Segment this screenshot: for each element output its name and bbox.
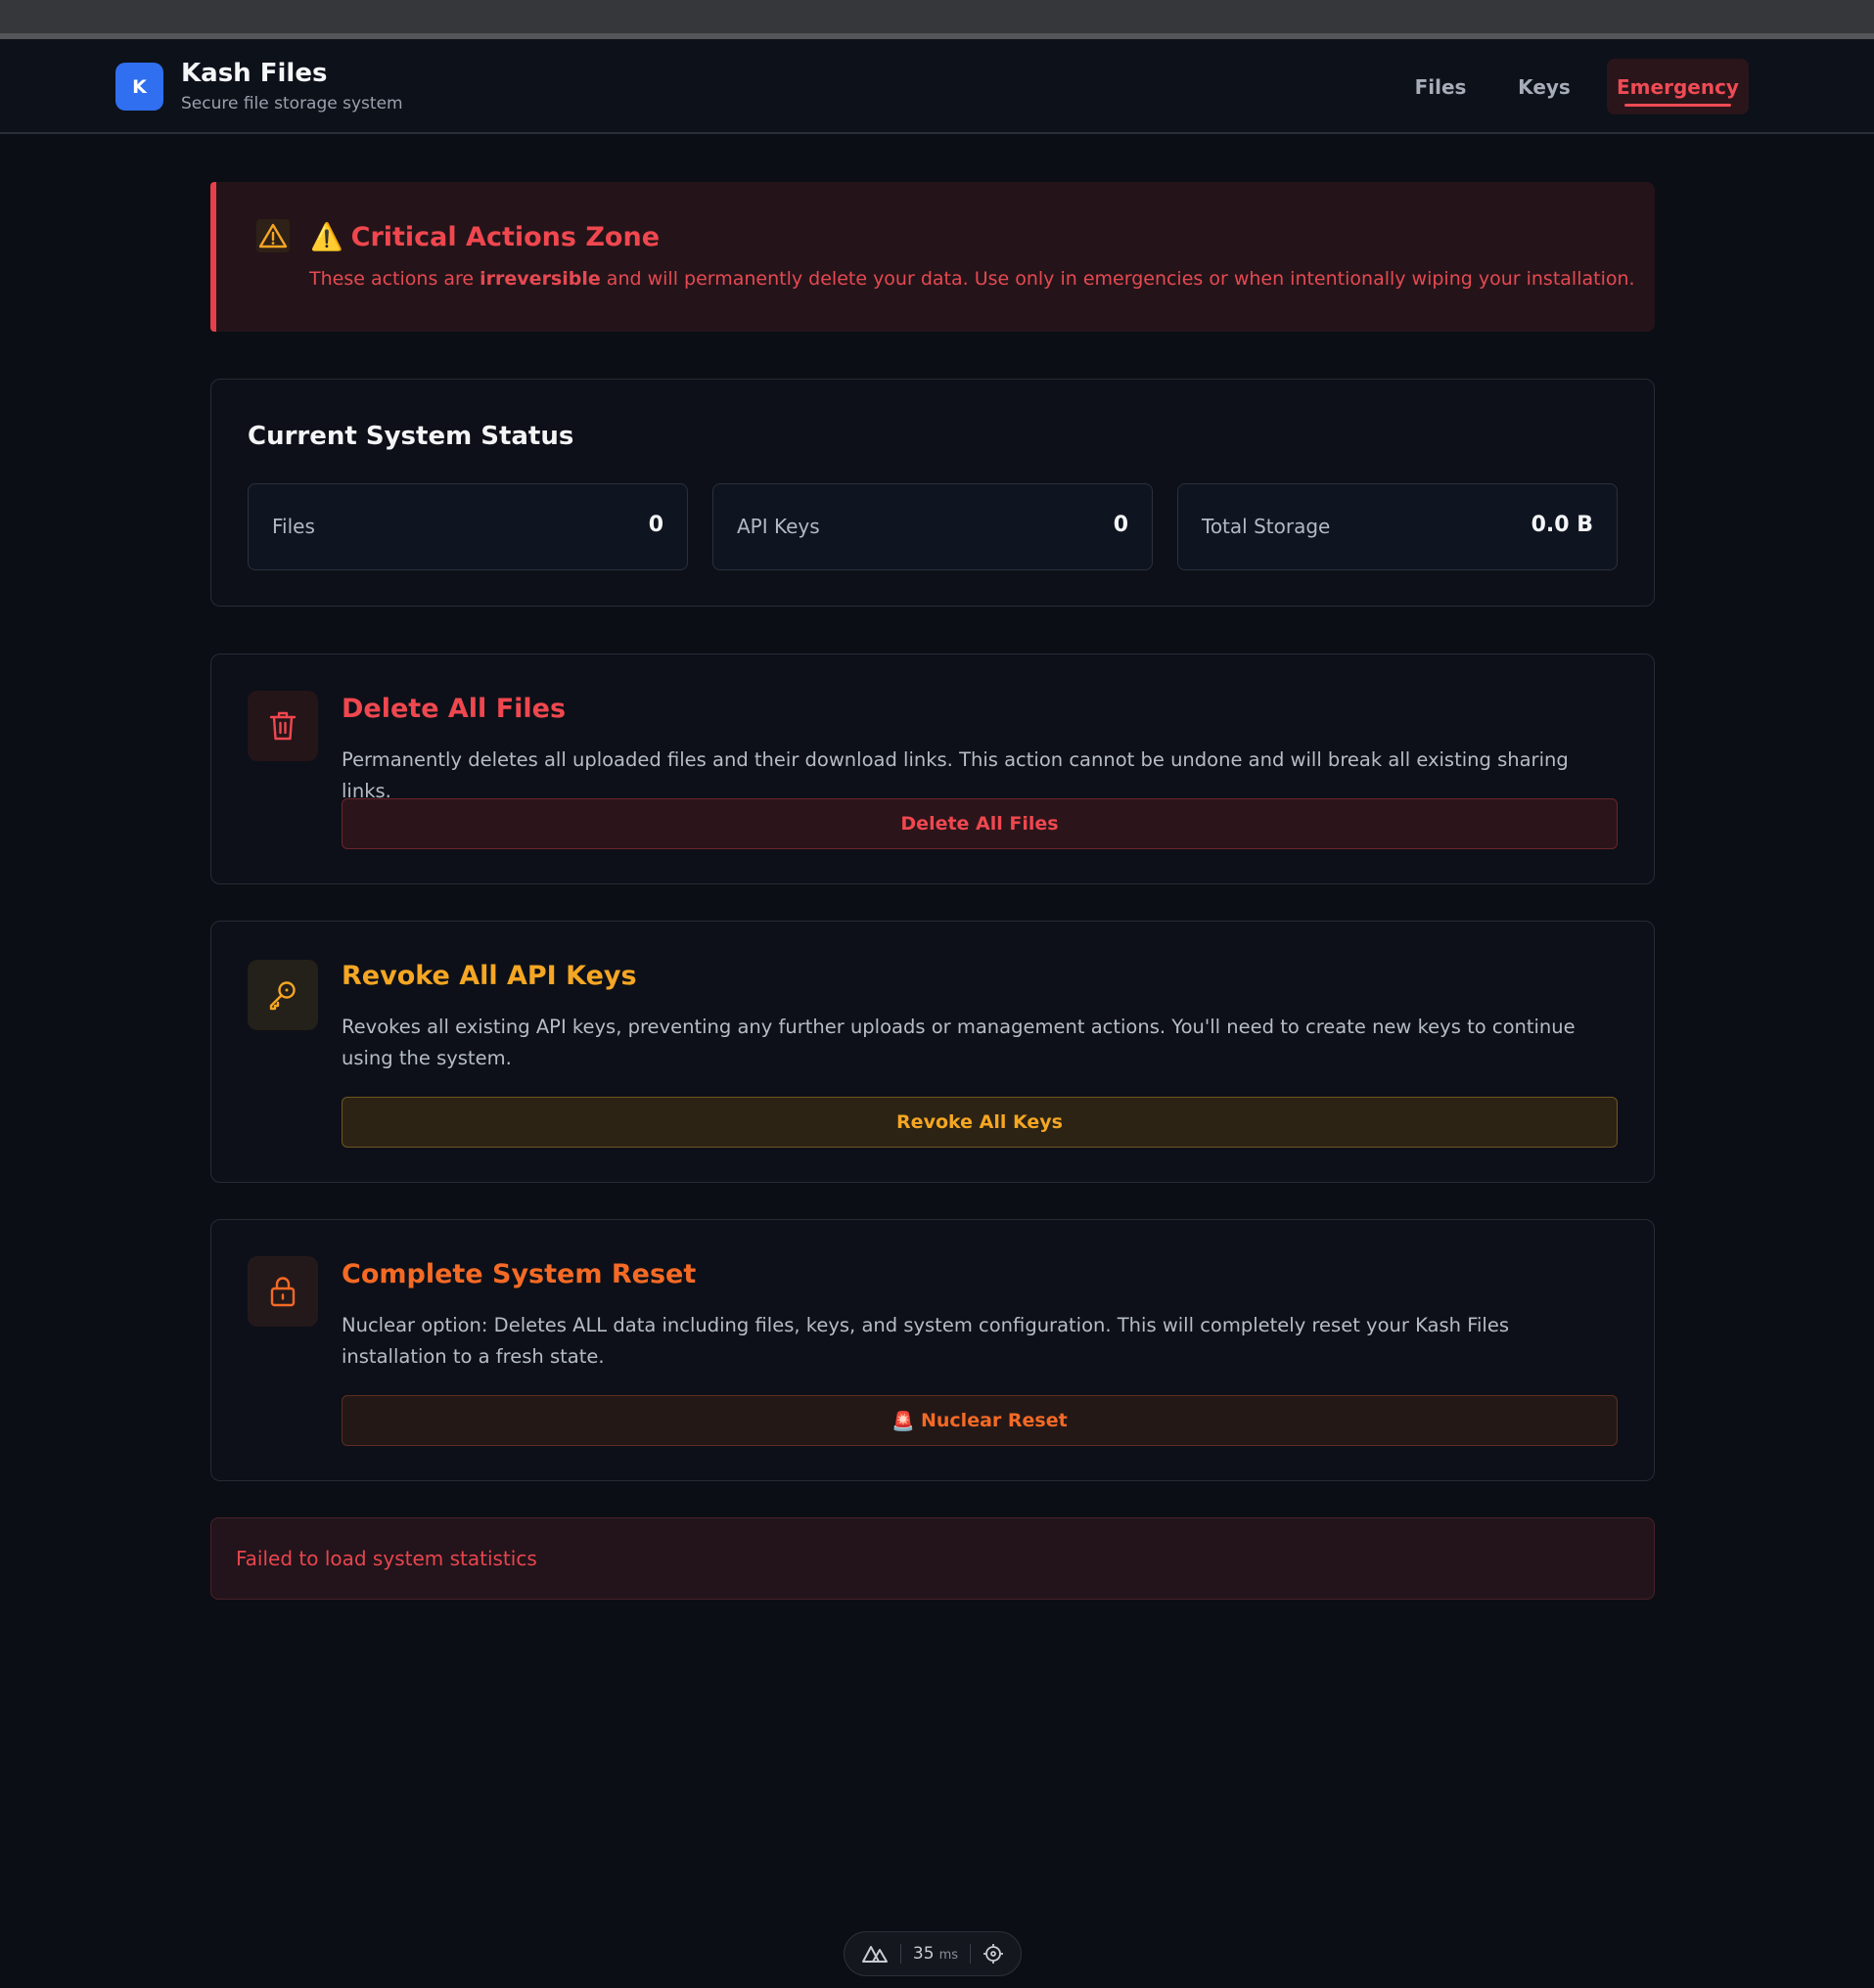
siren-icon: 🚨	[891, 1410, 915, 1432]
app-logo[interactable]: K	[115, 63, 163, 111]
alert-text-prefix: These actions are	[309, 268, 480, 290]
stat-label: Total Storage	[1202, 515, 1331, 538]
nav-emergency-label: Emergency	[1617, 74, 1739, 99]
system-reset-card: Complete System Reset Nuclear option: De…	[210, 1219, 1655, 1481]
browser-top-strip	[0, 0, 1874, 39]
stat-total-storage: Total Storage 0.0 B	[1177, 483, 1618, 570]
system-reset-title: Complete System Reset	[342, 1259, 697, 1289]
system-reset-description: Nuclear option: Deletes ALL data includi…	[342, 1314, 1509, 1368]
error-message-box: Failed to load system statistics	[210, 1517, 1655, 1600]
dev-perf-widget[interactable]: 35 ms	[844, 1931, 1022, 1976]
revoke-keys-title: Revoke All API Keys	[342, 961, 637, 991]
trash-icon	[248, 691, 318, 761]
key-icon	[248, 960, 318, 1030]
app-title: Kash Files	[181, 59, 328, 88]
delete-files-title: Delete All Files	[342, 694, 567, 724]
app-header: K Kash Files Secure file storage system …	[0, 39, 1874, 134]
perf-ms-value: 35	[912, 1944, 935, 1964]
warning-triangle-icon	[256, 219, 290, 252]
nuclear-reset-button[interactable]: 🚨 Nuclear Reset	[342, 1395, 1618, 1446]
active-tab-indicator	[1624, 104, 1731, 107]
crosshair-icon[interactable]	[983, 1943, 1004, 1965]
delete-all-files-button[interactable]: Delete All Files	[342, 798, 1618, 849]
alert-text-bold: irreversible	[480, 268, 601, 290]
stat-files: Files 0	[248, 483, 688, 570]
alert-text-suffix: and will permanently delete your data. U…	[600, 268, 1635, 290]
lock-icon	[248, 1256, 318, 1327]
stat-value: 0	[648, 513, 663, 537]
warning-emoji-icon: ⚠️	[310, 222, 343, 252]
perf-readout: 35 ms	[913, 1944, 958, 1964]
revoke-all-keys-button[interactable]: Revoke All Keys	[342, 1097, 1618, 1148]
stat-value: 0	[1113, 513, 1128, 537]
nav-emergency[interactable]: Emergency	[1607, 59, 1749, 114]
alert-title-text: Critical Actions Zone	[350, 221, 661, 252]
stat-api-keys: API Keys 0	[712, 483, 1153, 570]
status-title: Current System Status	[248, 422, 574, 451]
critical-actions-alert: ⚠️ Critical Actions Zone These actions a…	[210, 182, 1655, 332]
nav-keys[interactable]: Keys	[1505, 59, 1583, 114]
nuclear-reset-label: Nuclear Reset	[920, 1410, 1068, 1431]
alert-title: ⚠️ Critical Actions Zone	[310, 221, 661, 253]
system-status-card: Current System Status Files 0 API Keys 0…	[210, 379, 1655, 607]
stat-label: Files	[272, 515, 315, 538]
alert-description: These actions are irreversible and will …	[309, 268, 1635, 290]
delete-files-card: Delete All Files Permanently deletes all…	[210, 654, 1655, 884]
perf-ms-unit: ms	[938, 1948, 959, 1963]
framework-logo-icon	[861, 1946, 888, 1963]
revoke-keys-card: Revoke All API Keys Revokes all existing…	[210, 921, 1655, 1183]
stat-value: 0.0 B	[1531, 513, 1593, 537]
divider	[970, 1944, 972, 1964]
stat-label: API Keys	[737, 515, 820, 538]
error-message: Failed to load system statistics	[236, 1547, 537, 1570]
revoke-keys-description: Revokes all existing API keys, preventin…	[342, 1016, 1576, 1069]
app-subtitle: Secure file storage system	[181, 94, 403, 113]
nav-files[interactable]: Files	[1399, 59, 1482, 114]
divider	[899, 1944, 901, 1964]
